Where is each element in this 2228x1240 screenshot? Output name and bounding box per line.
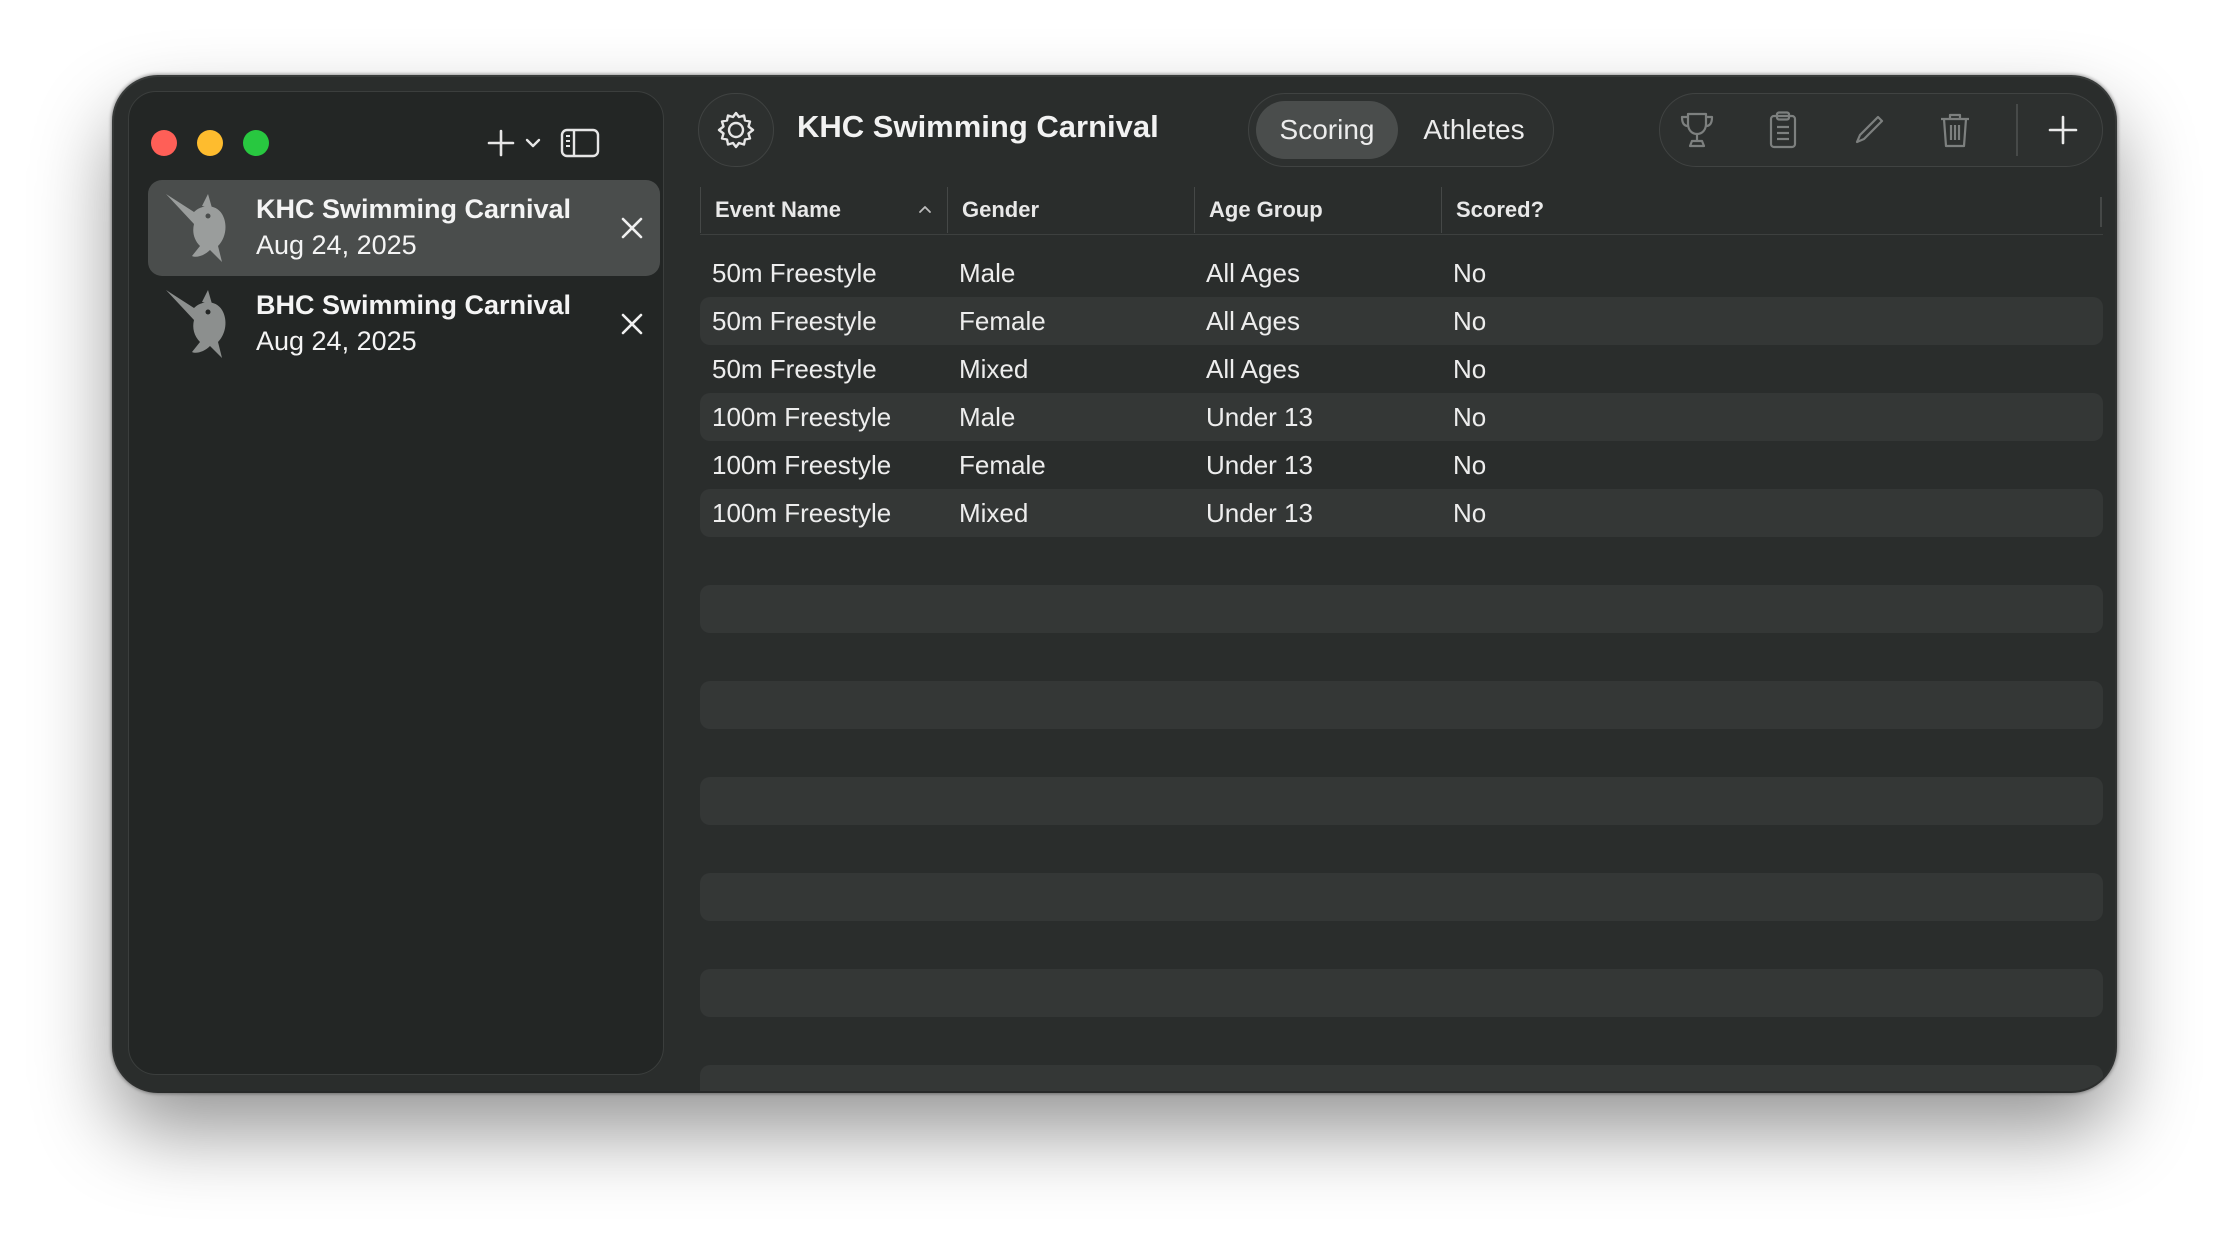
trash-icon — [1941, 113, 1969, 148]
cell-gender: Mixed — [959, 498, 1029, 528]
cell-age-group: All Ages — [1206, 354, 1300, 384]
tab-scoring[interactable]: Scoring — [1256, 101, 1398, 159]
table-row[interactable]: 100m Freestyle Mixed Under 13 No — [700, 489, 2103, 537]
sidebar-item-date: Aug 24, 2025 — [256, 326, 417, 356]
sidebar-toggle-icon — [560, 128, 600, 158]
add-event-button[interactable] — [2026, 94, 2100, 166]
table-row[interactable]: 50m Freestyle Mixed All Ages No — [700, 345, 2103, 393]
cell-event-name: 50m Freestyle — [712, 306, 877, 336]
cell-scored: No — [1453, 402, 1487, 432]
trophy-icon — [1680, 112, 1714, 148]
cell-scored: No — [1453, 306, 1487, 336]
clipboard-icon — [1769, 111, 1797, 149]
cell-gender: Female — [959, 450, 1046, 480]
close-window-button[interactable] — [151, 130, 177, 156]
cell-age-group: All Ages — [1206, 306, 1300, 336]
empty-row-stripe — [700, 969, 2103, 1017]
score-event-button[interactable] — [1660, 94, 1734, 166]
empty-row-stripe — [700, 777, 2103, 825]
sidebar-item-khc[interactable]: KHC Swimming Carnival Aug 24, 2025 — [148, 180, 660, 276]
view-segmented-control: Scoring Athletes — [1248, 93, 1554, 167]
column-header-label: Event Name — [715, 197, 841, 222]
app-window: KHC Swimming Carnival Aug 24, 2025 BHC S… — [114, 77, 2115, 1091]
empty-row-stripe — [700, 681, 2103, 729]
settings-button[interactable] — [698, 93, 774, 167]
column-header-event-name[interactable]: Event Name — [700, 187, 947, 233]
cell-gender: Male — [959, 258, 1016, 288]
cell-event-name: 50m Freestyle — [712, 258, 877, 288]
sidebar-item-title: BHC Swimming Carnival — [256, 290, 572, 320]
column-divider — [2100, 197, 2102, 227]
sidebar-item-bhc[interactable]: BHC Swimming Carnival Aug 24, 2025 — [148, 276, 660, 372]
marlin-logo-icon — [166, 194, 226, 262]
table-row[interactable]: 50m Freestyle Male All Ages No — [700, 249, 2103, 297]
column-header-age-group[interactable]: Age Group — [1194, 187, 1441, 233]
column-header-label: Gender — [962, 197, 1040, 222]
column-header-scored[interactable]: Scored? — [1441, 187, 2100, 233]
table-row[interactable]: 100m Freestyle Male Under 13 No — [700, 393, 2103, 441]
sidebar-item-title: KHC Swimming Carnival — [256, 194, 572, 224]
empty-row-stripe — [700, 585, 2103, 633]
cell-age-group: Under 13 — [1206, 450, 1313, 480]
events-table: Event Name Gender Age Group Scored? 50m … — [700, 187, 2103, 1091]
close-icon[interactable] — [618, 214, 646, 242]
minimize-window-button[interactable] — [197, 130, 223, 156]
sidebar-item-date: Aug 24, 2025 — [256, 230, 417, 260]
delete-button[interactable] — [1918, 94, 1992, 166]
toolbar-actions — [1659, 93, 2103, 167]
cell-event-name: 100m Freestyle — [712, 450, 892, 480]
toggle-sidebar-button[interactable] — [557, 120, 603, 166]
empty-row-stripe — [700, 1065, 2103, 1091]
gear-icon — [717, 111, 755, 149]
new-carnival-menu-button[interactable] — [479, 120, 549, 166]
sort-ascending-icon — [919, 206, 931, 213]
cell-scored: No — [1453, 450, 1487, 480]
table-row[interactable]: 100m Freestyle Female Under 13 No — [700, 441, 2103, 489]
page-title: KHC Swimming Carnival — [797, 109, 1159, 144]
cell-event-name: 100m Freestyle — [712, 402, 892, 432]
cell-age-group: Under 13 — [1206, 402, 1313, 432]
pencil-icon — [1855, 115, 1884, 144]
chevron-down-icon — [525, 138, 541, 148]
plus-icon — [2048, 115, 2078, 145]
table-header: Event Name Gender Age Group Scored? — [700, 187, 2103, 235]
plus-icon — [487, 129, 515, 157]
marlin-logo-icon — [166, 290, 226, 358]
edit-button[interactable] — [1832, 94, 1906, 166]
cell-scored: No — [1453, 258, 1487, 288]
results-button[interactable] — [1746, 94, 1820, 166]
empty-row-stripe — [700, 873, 2103, 921]
cell-gender: Mixed — [959, 354, 1029, 384]
column-header-label: Scored? — [1456, 197, 1545, 222]
cell-event-name: 50m Freestyle — [712, 354, 877, 384]
cell-age-group: Under 13 — [1206, 498, 1313, 528]
zoom-window-button[interactable] — [243, 130, 269, 156]
cell-age-group: All Ages — [1206, 258, 1300, 288]
cell-gender: Female — [959, 306, 1046, 336]
cell-event-name: 100m Freestyle — [712, 498, 892, 528]
tab-athletes[interactable]: Athletes — [1402, 101, 1546, 159]
cell-gender: Male — [959, 402, 1016, 432]
table-row[interactable]: 50m Freestyle Female All Ages No — [700, 297, 2103, 345]
cell-scored: No — [1453, 354, 1487, 384]
toolbar-divider — [2016, 104, 2018, 156]
close-icon[interactable] — [618, 310, 646, 338]
column-header-gender[interactable]: Gender — [947, 187, 1194, 233]
cell-scored: No — [1453, 498, 1487, 528]
column-header-label: Age Group — [1209, 197, 1323, 222]
